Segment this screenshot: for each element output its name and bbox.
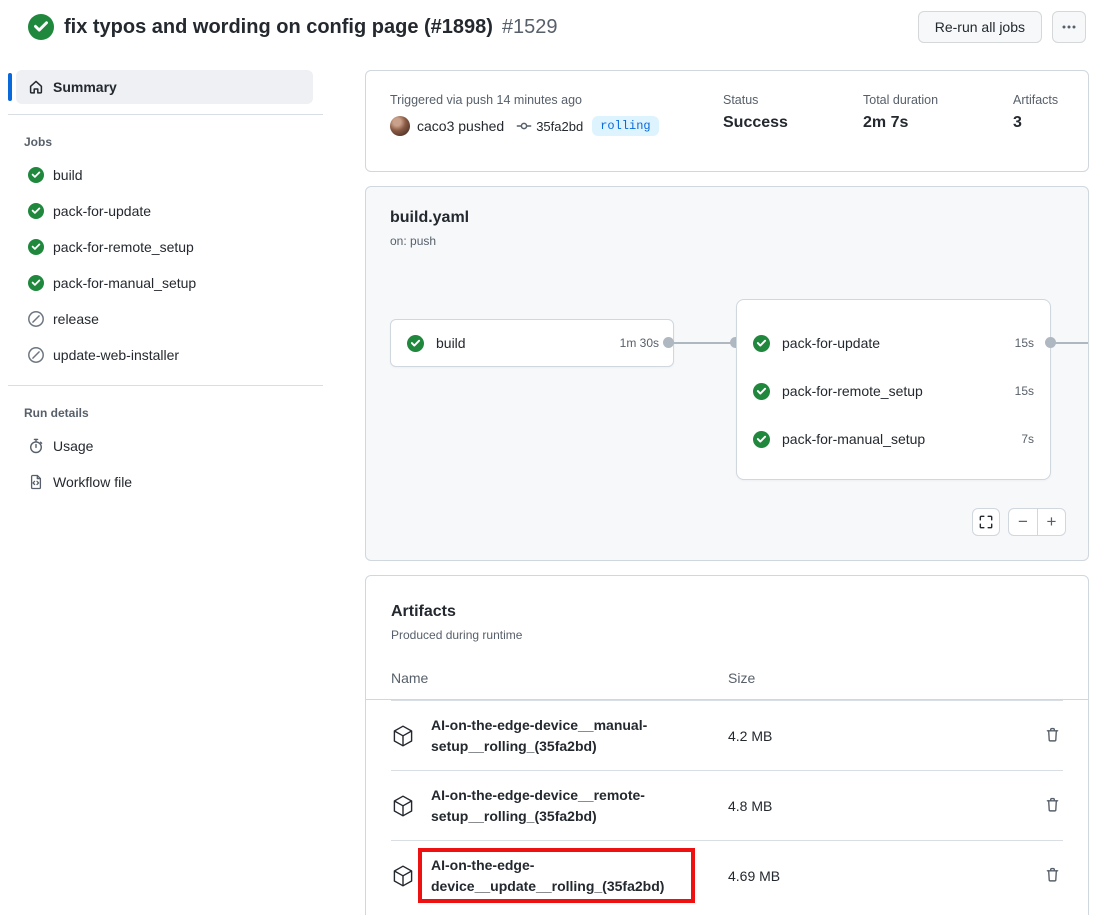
stopwatch-icon: [28, 438, 44, 454]
sidebar-item-usage[interactable]: Usage: [0, 428, 341, 464]
graph-group-node: pack-for-update 15s pack-for-remote_setu…: [736, 299, 1051, 480]
graph-node-pack-for-update[interactable]: pack-for-update 15s: [753, 319, 1034, 367]
pushed-by-text: caco3 pushed: [417, 118, 504, 134]
column-header-name: Name: [391, 670, 728, 699]
zoom-control-group: − +: [1008, 508, 1066, 536]
git-commit-icon: [516, 118, 532, 134]
delete-artifact-button[interactable]: [1042, 794, 1063, 818]
artifacts-table-header: Name Size: [366, 670, 1088, 699]
run-summary-card: Triggered via push 14 minutes ago caco3 …: [365, 70, 1089, 172]
artifacts-card: Artifacts Produced during runtime Name S…: [365, 575, 1089, 915]
jobs-section-label: Jobs: [24, 135, 341, 149]
sidebar-job-release[interactable]: release: [0, 301, 341, 337]
sidebar-job-pack-for-update[interactable]: pack-for-update: [0, 193, 341, 229]
check-circle-icon: [28, 239, 44, 255]
check-circle-icon: [753, 383, 770, 400]
page-title: fix typos and wording on config page (#1…: [64, 16, 493, 39]
artifact-size: 4.69 MB: [728, 868, 780, 884]
connector-line: [670, 342, 736, 344]
check-circle-icon: [28, 167, 44, 183]
trash-icon: [1044, 866, 1061, 883]
sidebar-job-build[interactable]: build: [0, 157, 341, 193]
artifacts-title: Artifacts: [391, 603, 1088, 621]
sidebar-item-workflow-file[interactable]: Workflow file: [0, 464, 341, 500]
kebab-horizontal-icon: [1061, 19, 1077, 35]
main-content: Triggered via push 14 minutes ago caco3 …: [365, 70, 1089, 915]
artifact-row: AI-on-the-edge-device__manual-setup__rol…: [391, 700, 1063, 770]
run-header: fix typos and wording on config page (#1…: [0, 0, 1098, 46]
graph-card-header: build.yaml on: push: [366, 187, 1088, 248]
workflow-file-name: build.yaml: [390, 209, 1064, 227]
success-check-icon: [28, 14, 54, 40]
home-icon: [28, 79, 44, 95]
sidebar-divider: [8, 114, 323, 115]
trash-icon: [1044, 726, 1061, 743]
trash-icon: [1044, 796, 1061, 813]
zoom-out-button[interactable]: −: [1009, 509, 1037, 535]
file-code-icon: [28, 474, 44, 490]
check-circle-icon: [753, 335, 770, 352]
workflow-trigger: on: push: [390, 234, 1064, 248]
column-header-size: Size: [728, 670, 755, 699]
selected-accent-bar: [8, 73, 12, 101]
check-circle-icon: [753, 431, 770, 448]
sidebar-job-pack-for-manual-setup[interactable]: pack-for-manual_setup: [0, 265, 341, 301]
commit-sha-link[interactable]: 35fa2bd: [536, 119, 583, 134]
fullscreen-button[interactable]: [972, 508, 1000, 536]
header-actions: Re-run all jobs: [918, 11, 1086, 43]
fullscreen-icon: [979, 515, 993, 529]
artifact-row: AI-on-the-edge-device__remote-setup__rol…: [391, 770, 1063, 840]
check-circle-icon: [407, 335, 424, 352]
artifact-size: 4.2 MB: [728, 728, 772, 744]
sidebar-job-pack-for-remote-setup[interactable]: pack-for-remote_setup: [0, 229, 341, 265]
workflow-graph-card: build.yaml on: push build 1m 30s pack-fo…: [365, 186, 1089, 561]
artifact-row-highlighted: AI-on-the-edge-device__update__rolling_(…: [391, 840, 1063, 910]
artifact-size: 4.8 MB: [728, 798, 772, 814]
sidebar-summary-label: Summary: [53, 79, 117, 95]
artifact-name-link[interactable]: AI-on-the-edge-device__remote-setup__rol…: [431, 785, 716, 827]
artifacts-subtitle: Produced during runtime: [391, 628, 1088, 642]
sidebar-job-update-web-installer[interactable]: update-web-installer: [0, 337, 341, 373]
graph-controls: − +: [972, 508, 1066, 536]
sidebar-item-summary[interactable]: Summary: [16, 70, 313, 104]
graph-node-pack-for-manual-setup[interactable]: pack-for-manual_setup 7s: [753, 415, 1034, 463]
graph-node-build[interactable]: build 1m 30s: [390, 319, 674, 367]
zoom-in-button[interactable]: +: [1037, 509, 1065, 535]
check-circle-icon: [28, 275, 44, 291]
run-details-list: Usage Workflow file: [0, 428, 341, 500]
run-details-section-label: Run details: [24, 406, 341, 420]
jobs-list: build pack-for-update pack-for-remote_se…: [0, 157, 341, 373]
skip-circle-icon: [28, 347, 44, 363]
connector-line: [1052, 342, 1089, 344]
duration-value: 2m 7s: [863, 114, 1013, 132]
artifact-name-cell: AI-on-the-edge-device__remote-setup__rol…: [391, 785, 728, 827]
package-icon: [391, 724, 415, 748]
more-options-button[interactable]: [1052, 11, 1086, 43]
artifact-name-link[interactable]: AI-on-the-edge-device__update__rolling_(…: [431, 855, 716, 897]
skip-circle-icon: [28, 311, 44, 327]
duration-column: Total duration 2m 7s: [863, 93, 1013, 149]
package-icon: [391, 794, 415, 818]
sidebar-divider: [8, 385, 323, 386]
artifacts-count-column: Artifacts 3: [1013, 93, 1058, 149]
rerun-all-jobs-button[interactable]: Re-run all jobs: [918, 11, 1042, 43]
status-column: Status Success: [723, 93, 863, 149]
artifact-name-link[interactable]: AI-on-the-edge-device__manual-setup__rol…: [431, 715, 716, 757]
commit-row: caco3 pushed 35fa2bd rolling: [390, 116, 723, 136]
package-icon: [391, 864, 415, 888]
check-circle-icon: [28, 203, 44, 219]
sidebar: Summary Jobs build pack-for-update pack-…: [0, 70, 341, 915]
delete-artifact-button[interactable]: [1042, 724, 1063, 748]
run-number: #1529: [502, 16, 558, 39]
artifact-name-cell: AI-on-the-edge-device__manual-setup__rol…: [391, 715, 728, 757]
graph-node-pack-for-remote-setup[interactable]: pack-for-remote_setup 15s: [753, 367, 1034, 415]
delete-artifact-button[interactable]: [1042, 864, 1063, 888]
trigger-column: Triggered via push 14 minutes ago caco3 …: [390, 93, 723, 149]
artifacts-count-value: 3: [1013, 114, 1058, 132]
avatar[interactable]: [390, 116, 410, 136]
artifact-name-cell: AI-on-the-edge-device__update__rolling_(…: [391, 855, 728, 897]
status-value: Success: [723, 114, 863, 132]
branch-badge[interactable]: rolling: [592, 116, 658, 136]
triggered-text: Triggered via push 14 minutes ago: [390, 93, 723, 107]
